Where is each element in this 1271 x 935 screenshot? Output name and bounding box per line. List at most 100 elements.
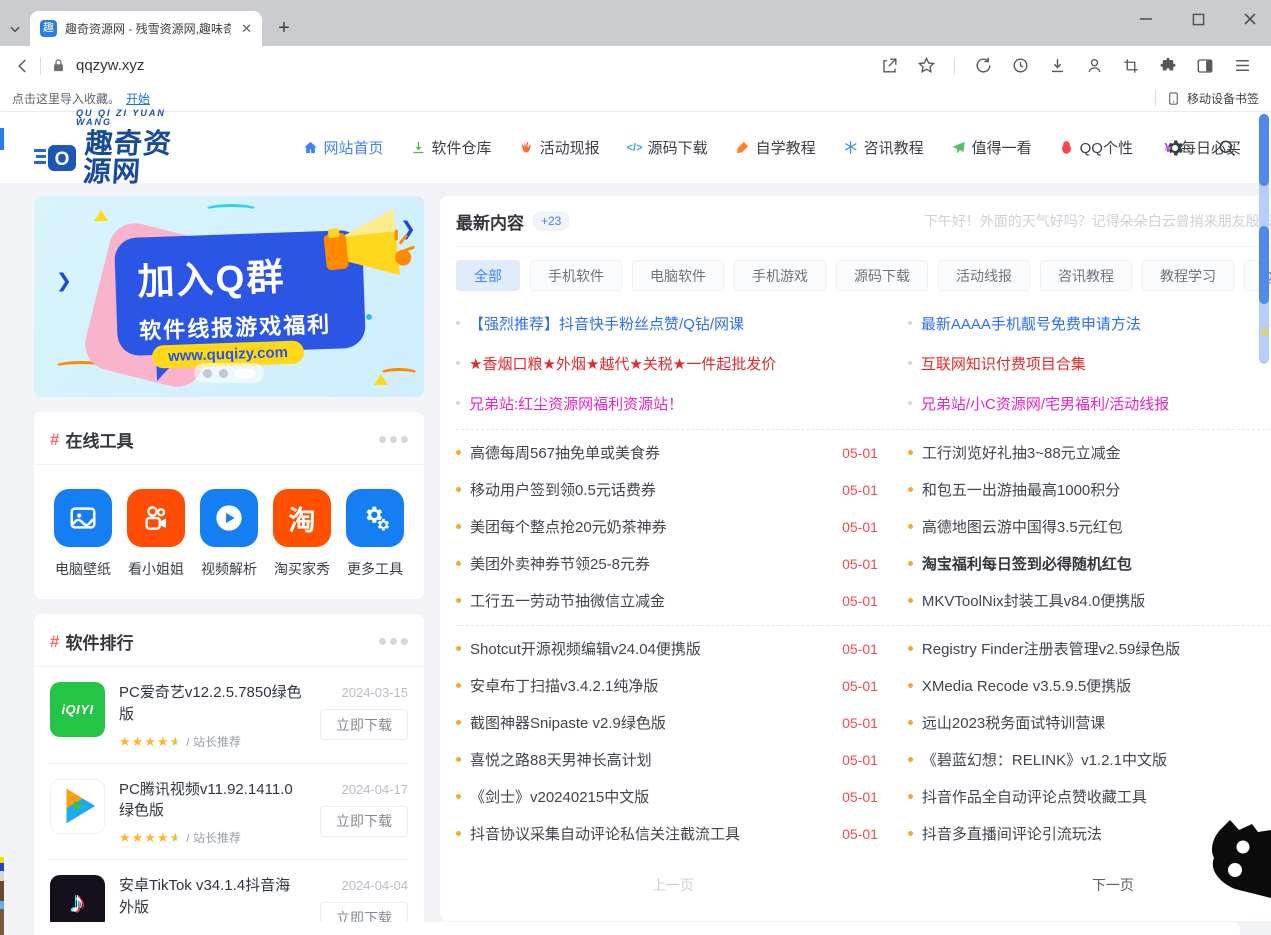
bookmark-star-icon[interactable] — [913, 53, 939, 79]
featured-link-item[interactable]: 互联网知识付费项目合集 — [908, 343, 1271, 383]
back-icon[interactable] — [10, 53, 36, 79]
list-item[interactable]: 美团外卖神券节领25-8元券 05-01 — [456, 545, 878, 582]
tab-close-icon[interactable]: ✕ — [239, 21, 254, 37]
screenshot-crop-icon[interactable] — [1118, 53, 1144, 79]
list-item[interactable]: 远山2023税务面试特训营课 05-01 — [908, 704, 1271, 741]
featured-link-item[interactable]: ★香烟口粮★外烟★越代★关税★一件起批发价 — [456, 343, 878, 383]
tools-row: 电脑壁纸 看小姐姐 视频解析 淘 淘买家秀 — [34, 465, 424, 599]
tool-item[interactable]: 电脑壁纸 — [54, 489, 112, 579]
category-tab[interactable]: 源码下载 — [836, 260, 928, 291]
category-tab[interactable]: 手机软件 — [530, 260, 622, 291]
browser-tab[interactable]: 趣 趣奇资源网 - 残雪资源网,趣味奇 ✕ — [30, 11, 262, 46]
tab-search-chevron-icon[interactable] — [0, 12, 30, 46]
menu-icon[interactable] — [1229, 53, 1255, 79]
mobile-bookmarks[interactable]: 移动设备书签 — [1155, 90, 1259, 107]
category-tab[interactable]: 咨讯教程 — [1040, 260, 1132, 291]
carousel-dot-active[interactable] — [235, 369, 255, 378]
nav-item[interactable]: QQ个性 — [1059, 137, 1133, 158]
featured-link-item[interactable]: 最新AAAA手机靓号免费申请方法 — [908, 303, 1271, 343]
carousel-dot[interactable] — [203, 369, 212, 378]
list-item[interactable]: 喜悦之路88天男神长高计划 05-01 — [456, 741, 878, 778]
list-item[interactable]: 截图神器Snipaste v2.9绿色版 05-01 — [456, 704, 878, 741]
bullet-icon — [908, 321, 912, 325]
settings-gear-icon[interactable] — [1165, 138, 1185, 158]
list-item[interactable]: 抖音作品全自动评论点赞收藏工具 05-01 — [908, 778, 1271, 815]
download-now-button[interactable]: 立即下载 — [320, 709, 408, 740]
nav-item[interactable]: 值得一看 — [951, 137, 1032, 158]
close-window-icon[interactable] — [1239, 8, 1261, 30]
nav-item[interactable]: 软件仓库 — [411, 137, 492, 158]
bullet-icon — [908, 598, 913, 603]
list-item[interactable]: 和包五一出游抽最高1000积分 05-01 — [908, 471, 1271, 508]
list-item[interactable]: 淘宝福利每日签到必得随机红包 05-01 — [908, 545, 1271, 582]
window-controls — [1135, 8, 1261, 30]
bookmark-start-link[interactable]: 开始 — [126, 90, 150, 107]
prev-page-button[interactable]: 上一页 — [456, 866, 890, 903]
featured-link-item[interactable]: 兄弟站:红尘资源网福利资源站！ — [456, 383, 878, 423]
extensions-icon[interactable] — [1155, 53, 1181, 79]
software-name[interactable]: PC爱奇艺v12.2.5.7850绿色版 — [119, 682, 304, 726]
profile-icon[interactable] — [1081, 53, 1107, 79]
reload-icon[interactable] — [970, 53, 996, 79]
tool-item[interactable]: 看小姐姐 — [127, 489, 185, 579]
item-date: 05-01 — [842, 445, 878, 461]
more-dots-icon[interactable] — [379, 638, 408, 645]
nav-item[interactable]: 网站首页 — [303, 137, 384, 158]
search-icon[interactable] — [1217, 138, 1237, 158]
scrollbar-segment[interactable] — [1259, 226, 1269, 304]
tool-item[interactable]: 视频解析 — [200, 489, 258, 579]
list-item[interactable]: 工行浏览好礼抽3~88元立减金 05-01 — [908, 434, 1271, 471]
list-item[interactable]: Registry Finder注册表管理v2.59绿色版 05-01 — [908, 630, 1271, 667]
right-column: 最新内容 +23 下午好！外面的天气好吗？记得朵朵白云曾捎来朋友殷殷的祝福。 全… — [440, 196, 1271, 935]
promo-banner[interactable]: ❯ ❯ 加入Q群 软件线报游戏福利 — [34, 196, 424, 397]
list-item[interactable]: 《剑士》v20240215中文版 05-01 — [456, 778, 878, 815]
nav-item[interactable]: 咨讯教程 — [843, 137, 924, 158]
history-icon[interactable] — [1007, 53, 1033, 79]
scrollbar-segment[interactable] — [1259, 114, 1269, 186]
download-now-button[interactable]: 立即下载 — [320, 806, 408, 837]
list-item[interactable]: 高德每周567抽免单或美食券 05-01 — [456, 434, 878, 471]
list-item[interactable]: XMedia Recode v3.5.9.5便携版 05-01 — [908, 667, 1271, 704]
new-tab-button[interactable]: + — [270, 14, 298, 42]
list-item[interactable]: 移动用户签到领0.5元话费券 05-01 — [456, 471, 878, 508]
list-item[interactable]: 《碧蓝幻想：RELINK》v1.2.1中文版 05-01 — [908, 741, 1271, 778]
carousel-dot[interactable] — [219, 369, 228, 378]
more-dots-icon[interactable] — [379, 436, 408, 443]
list-item[interactable]: 安卓布丁扫描v3.4.2.1纯净版 05-01 — [456, 667, 878, 704]
iqiyi-icon: iQIYI — [50, 682, 105, 737]
nav-item[interactable]: </> 源码下载 — [627, 137, 708, 158]
featured-link-item[interactable]: 【强烈推荐】抖音快手粉丝点赞/Q钻/网课 — [456, 303, 878, 343]
share-icon[interactable] — [876, 53, 902, 79]
maximize-icon[interactable] — [1187, 8, 1209, 30]
address-bar[interactable]: qqzyw.xyz — [51, 57, 876, 74]
nav-item[interactable]: 自学教程 — [735, 137, 816, 158]
cat-widget[interactable] — [1205, 818, 1271, 898]
tencent-icon — [50, 779, 105, 834]
list-item[interactable]: Shotcut开源视频编辑v24.04便携版 05-01 — [456, 630, 878, 667]
category-tab[interactable]: 教程学习 — [1142, 260, 1234, 291]
category-tab[interactable]: 电脑软件 — [632, 260, 724, 291]
minimize-icon[interactable] — [1135, 8, 1157, 30]
category-tab[interactable]: 手机游戏 — [734, 260, 826, 291]
featured-link-item[interactable]: 兄弟站/小C资源网/宅男福利/活动线报 — [908, 383, 1271, 423]
recommend-label: / 站长推荐 — [186, 831, 241, 845]
list-item[interactable]: 抖音协议采集自动评论私信关注截流工具 05-01 — [456, 815, 878, 852]
list-item[interactable]: 美团每个整点抢20元奶茶神券 05-01 — [456, 508, 878, 545]
software-name[interactable]: PC腾讯视频v11.92.1411.0绿色版 — [119, 779, 304, 823]
carousel-dots[interactable] — [194, 363, 264, 383]
page-scrollbar[interactable] — [1259, 114, 1269, 364]
list-item[interactable]: MKVToolNix封装工具v84.0便携版 05-01 — [908, 582, 1271, 619]
site-logo[interactable]: QU QI ZI YUAN WANG O 趣奇资源网 — [34, 109, 183, 186]
list-item[interactable]: 工行五一劳动节抽微信立减金 05-01 — [456, 582, 878, 619]
download-icon[interactable] — [1044, 53, 1070, 79]
list-item[interactable]: 高德地图云游中国得3.5元红包 05-01 — [908, 508, 1271, 545]
tool-item[interactable]: 淘 淘买家秀 — [273, 489, 331, 579]
tool-item[interactable]: 更多工具 — [346, 489, 404, 579]
item-date: 05-01 — [842, 715, 878, 731]
category-tab[interactable]: 全部 — [456, 260, 520, 291]
background-window-sliver — [0, 881, 4, 901]
software-name[interactable]: 安卓TikTok v34.1.4抖音海外版 — [119, 875, 304, 919]
nav-item[interactable]: 活动现报 — [519, 137, 600, 158]
sidebar-icon[interactable] — [1192, 53, 1218, 79]
category-tab[interactable]: 活动线报 — [938, 260, 1030, 291]
